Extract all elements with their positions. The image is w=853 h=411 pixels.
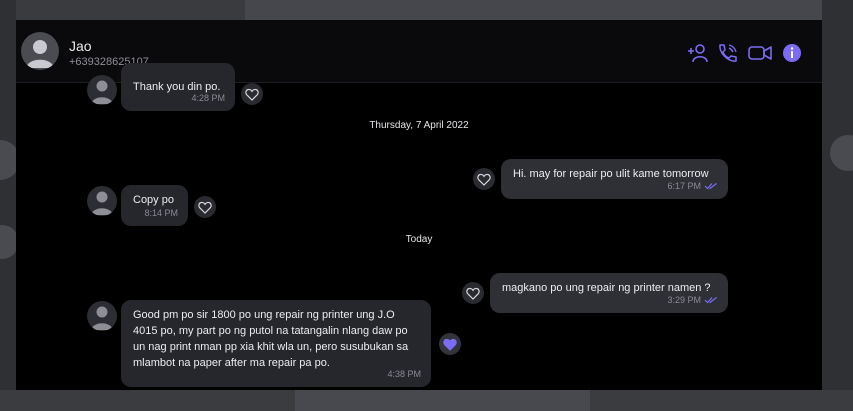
video-call-icon[interactable]: [747, 42, 773, 64]
date-divider: Today: [405, 234, 433, 245]
person-icon: [91, 80, 113, 104]
add-participant-icon[interactable]: [687, 42, 709, 64]
background-left: [0, 0, 16, 411]
reaction-button[interactable]: [439, 333, 461, 355]
read-receipt-icon: [704, 183, 717, 190]
message-bubble[interactable]: Thank you din po. 4:28 PM: [121, 63, 235, 111]
message-bubble[interactable]: Good pm po sir 1800 po ung repair ng pri…: [121, 300, 431, 387]
reaction-button[interactable]: [462, 282, 484, 304]
voice-call-icon[interactable]: [716, 42, 738, 64]
contact-avatar[interactable]: [21, 32, 59, 70]
heart-filled-icon: [443, 338, 457, 351]
sender-avatar[interactable]: [87, 301, 117, 331]
contact-name[interactable]: Jao: [69, 38, 92, 54]
background-right: [822, 0, 853, 411]
heart-icon: [245, 88, 259, 101]
person-icon: [91, 306, 113, 330]
message-time: 3:29 PM: [667, 292, 718, 308]
sender-avatar[interactable]: [87, 75, 117, 105]
heart-icon: [198, 201, 212, 214]
message-timestamp: 6:17 PM: [667, 181, 701, 191]
message-time: 4:38 PM: [387, 366, 421, 382]
background-bottom-strip: [295, 390, 590, 411]
message-text: Good pm po sir 1800 po ung repair ng pri…: [133, 309, 409, 369]
message-time: 6:17 PM: [667, 178, 718, 194]
date-divider: Thursday, 7 April 2022: [369, 120, 469, 131]
message-time: 4:28 PM: [191, 90, 225, 106]
reaction-button[interactable]: [194, 196, 216, 218]
message-timestamp: 3:29 PM: [667, 295, 701, 305]
message-bubble[interactable]: Copy po 8:14 PM: [121, 185, 188, 226]
heart-icon: [477, 173, 491, 186]
message-list[interactable]: Thank you din po. 4:28 PM Thursday, 7 Ap…: [16, 63, 822, 390]
reaction-button[interactable]: [473, 168, 495, 190]
message-time: 8:14 PM: [144, 205, 178, 221]
sender-avatar[interactable]: [87, 186, 117, 216]
person-icon: [91, 191, 113, 215]
message-bubble[interactable]: Hi. may for repair po ulit kame tomorrow…: [501, 159, 728, 199]
background-top: [245, 0, 853, 22]
message-timestamp: 4:28 PM: [191, 93, 225, 103]
chat-window: Jao +639328625107 Thank you din po. 4:28…: [16, 20, 822, 390]
person-icon: [26, 40, 54, 68]
message-bubble[interactable]: magkano po ung repair ng printer namen ?…: [490, 273, 728, 313]
message-timestamp: 4:38 PM: [387, 369, 421, 379]
heart-icon: [466, 287, 480, 300]
reaction-button[interactable]: [241, 83, 263, 105]
read-receipt-icon: [704, 297, 717, 304]
info-icon[interactable]: [781, 42, 803, 64]
message-timestamp: 8:14 PM: [144, 208, 178, 218]
